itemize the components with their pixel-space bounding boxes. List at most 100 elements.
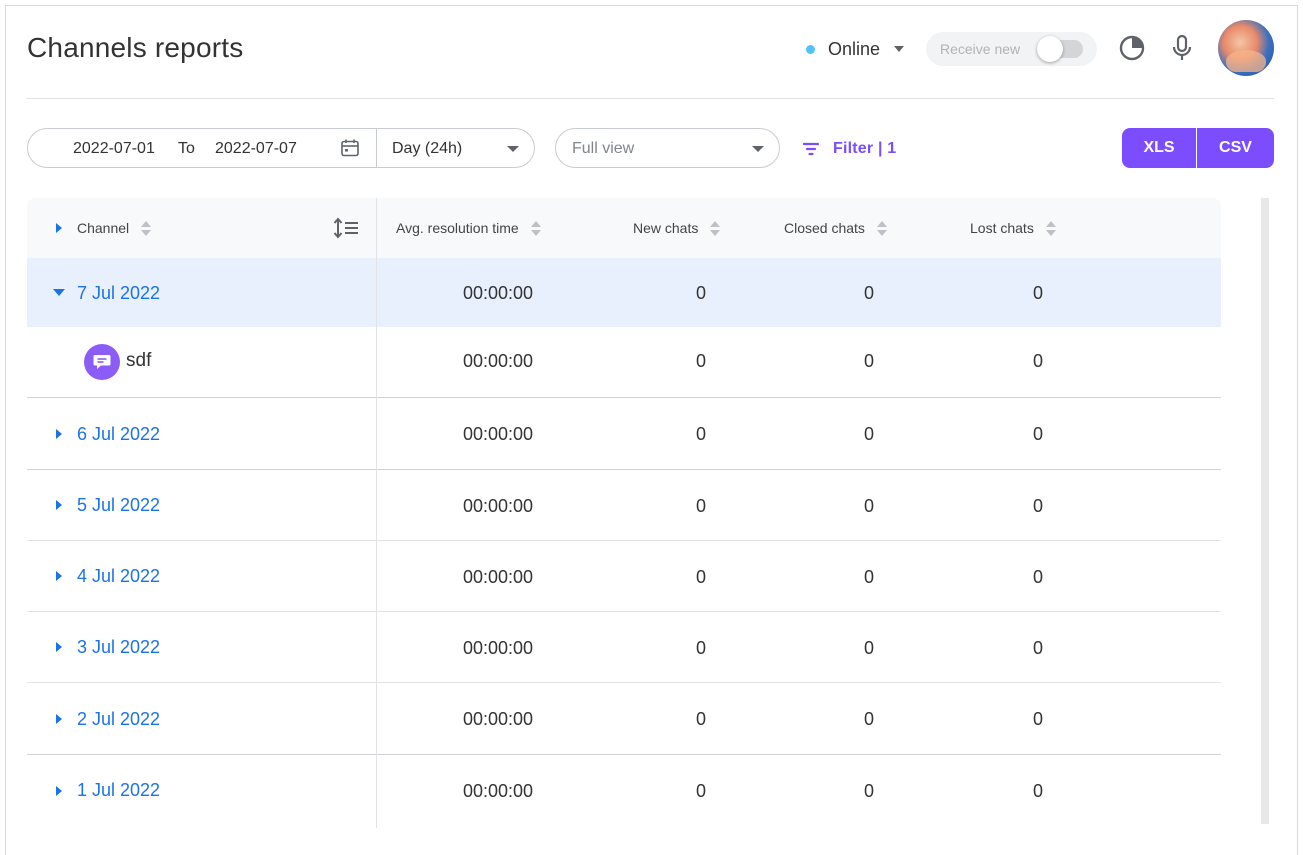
- table-header: Channel Avg. resolution time New chats C…: [27, 198, 1221, 258]
- cell-closed-chats: 0: [863, 709, 874, 729]
- cell-closed-chats: 0: [863, 351, 874, 371]
- period-label: Day (24h): [392, 140, 463, 157]
- cell-lost-chats: 0: [1032, 424, 1043, 444]
- cell-new-chats: 0: [695, 351, 706, 371]
- column-header-avg-resolution-time[interactable]: Avg. resolution time: [396, 219, 541, 237]
- pie-chart-icon[interactable]: [1117, 33, 1147, 63]
- row-date-label: 4 Jul 2022: [77, 566, 161, 586]
- cell-closed-chats: 0: [863, 567, 874, 587]
- cell-new-chats: 0: [695, 567, 706, 587]
- cell-avg-resolution-time: 00:00:00: [462, 567, 534, 587]
- cell-avg-resolution-time: 00:00:00: [462, 709, 534, 729]
- row-date-label: 1 Jul 2022: [77, 780, 161, 800]
- caret-right-icon[interactable]: [56, 786, 62, 796]
- table-row-date[interactable]: 6 Jul 2022 00:00:00 0 0 0: [27, 398, 1221, 470]
- date-separator: To: [178, 140, 195, 157]
- caret-right-icon[interactable]: [56, 642, 62, 652]
- cell-closed-chats: 0: [863, 638, 874, 658]
- view-select[interactable]: Full view: [555, 128, 780, 168]
- cell-avg-resolution-time: 00:00:00: [462, 351, 534, 371]
- cell-avg-resolution-time: 00:00:00: [462, 781, 534, 801]
- caret-down-icon[interactable]: [53, 289, 65, 296]
- cell-closed-chats: 0: [863, 496, 874, 516]
- cell-new-chats: 0: [695, 496, 706, 516]
- sort-icon[interactable]: [710, 219, 721, 237]
- table-row-date[interactable]: 1 Jul 2022 00:00:00 0 0 0: [27, 755, 1221, 826]
- row-date-label: 6 Jul 2022: [77, 424, 161, 444]
- cell-lost-chats: 0: [1032, 351, 1043, 371]
- row-date-label: 7 Jul 2022: [77, 283, 161, 303]
- filter-label: Filter | 1: [833, 140, 897, 157]
- export-xls-button[interactable]: XLS: [1122, 128, 1196, 168]
- cell-lost-chats: 0: [1032, 709, 1043, 729]
- cell-closed-chats: 0: [863, 283, 874, 303]
- chat-bubble-icon: [84, 344, 120, 380]
- export-button-group: XLS CSV: [1122, 128, 1274, 168]
- sort-icon[interactable]: [530, 219, 541, 237]
- microphone-icon[interactable]: [1167, 33, 1197, 63]
- caret-right-icon[interactable]: [56, 571, 62, 581]
- calendar-icon[interactable]: [340, 138, 360, 158]
- cell-new-chats: 0: [695, 709, 706, 729]
- status-dropdown[interactable]: Online: [806, 38, 905, 60]
- row-date-label: 2 Jul 2022: [77, 709, 161, 729]
- page-title: Channels reports: [27, 32, 244, 63]
- column-header-lost-chats[interactable]: Lost chats: [970, 219, 1056, 237]
- toggle-knob[interactable]: [1037, 36, 1063, 62]
- caret-right-icon[interactable]: [56, 714, 62, 724]
- table-row-channel: sdf 00:00:00 0 0 0: [27, 327, 1221, 398]
- period-select[interactable]: Day (24h): [377, 129, 535, 167]
- cell-new-chats: 0: [695, 424, 706, 444]
- receive-new-label: Receive new: [940, 41, 1021, 57]
- cell-closed-chats: 0: [863, 424, 874, 444]
- expand-all-icon[interactable]: [56, 223, 62, 233]
- table-row-date[interactable]: 2 Jul 2022 00:00:00 0 0 0: [27, 683, 1221, 755]
- date-to-field[interactable]: 2022-07-07: [215, 140, 297, 158]
- column-header-channel[interactable]: Channel: [77, 219, 152, 237]
- cell-avg-resolution-time: 00:00:00: [462, 424, 534, 444]
- sort-icon[interactable]: [1045, 219, 1056, 237]
- cell-lost-chats: 0: [1032, 567, 1043, 587]
- chevron-down-icon: [507, 146, 519, 152]
- filter-icon: [803, 142, 819, 156]
- status-label: Online: [828, 38, 881, 59]
- cell-new-chats: 0: [695, 638, 706, 658]
- date-from-field[interactable]: 2022-07-01: [73, 140, 155, 158]
- table-scrollbar[interactable]: [1261, 198, 1269, 824]
- table-row-date[interactable]: 4 Jul 2022 00:00:00 0 0 0: [27, 541, 1221, 612]
- column-divider: [376, 198, 377, 828]
- column-header-new-chats[interactable]: New chats: [633, 219, 721, 237]
- cell-new-chats: 0: [695, 781, 706, 801]
- sort-icon[interactable]: [876, 219, 887, 237]
- row-density-icon[interactable]: [333, 217, 359, 239]
- date-range-picker[interactable]: 2022-07-01 To 2022-07-07 Day (24h): [27, 128, 535, 168]
- cell-closed-chats: 0: [863, 781, 874, 801]
- sort-icon[interactable]: [141, 219, 152, 237]
- filter-button[interactable]: Filter | 1: [803, 138, 896, 160]
- status-dot: [806, 44, 815, 54]
- cell-lost-chats: 0: [1032, 283, 1043, 303]
- receive-new-toggle[interactable]: Receive new: [926, 32, 1097, 66]
- table-row-date[interactable]: 5 Jul 2022 00:00:00 0 0 0: [27, 470, 1221, 541]
- cell-lost-chats: 0: [1032, 496, 1043, 516]
- cell-new-chats: 0: [695, 283, 706, 303]
- cell-avg-resolution-time: 00:00:00: [462, 638, 534, 658]
- column-header-closed-chats[interactable]: Closed chats: [784, 219, 887, 237]
- table-row-date[interactable]: 3 Jul 2022 00:00:00 0 0 0: [27, 612, 1221, 683]
- view-select-placeholder: Full view: [572, 140, 635, 157]
- row-date-label: 3 Jul 2022: [77, 637, 161, 657]
- channel-name: sdf: [126, 350, 152, 371]
- cell-lost-chats: 0: [1032, 638, 1043, 658]
- chevron-down-icon: [894, 46, 905, 52]
- export-csv-button[interactable]: CSV: [1197, 128, 1274, 168]
- chevron-down-icon: [752, 146, 764, 152]
- table-row-date[interactable]: 7 Jul 2022 00:00:00 0 0 0: [27, 258, 1221, 327]
- caret-right-icon[interactable]: [56, 429, 62, 439]
- header-divider: [26, 98, 1274, 99]
- avatar[interactable]: [1218, 20, 1274, 76]
- cell-avg-resolution-time: 00:00:00: [462, 496, 534, 516]
- row-date-label: 5 Jul 2022: [77, 495, 161, 515]
- cell-avg-resolution-time: 00:00:00: [462, 283, 534, 303]
- channels-report-table: Channel Avg. resolution time New chats C…: [27, 198, 1221, 828]
- caret-right-icon[interactable]: [56, 500, 62, 510]
